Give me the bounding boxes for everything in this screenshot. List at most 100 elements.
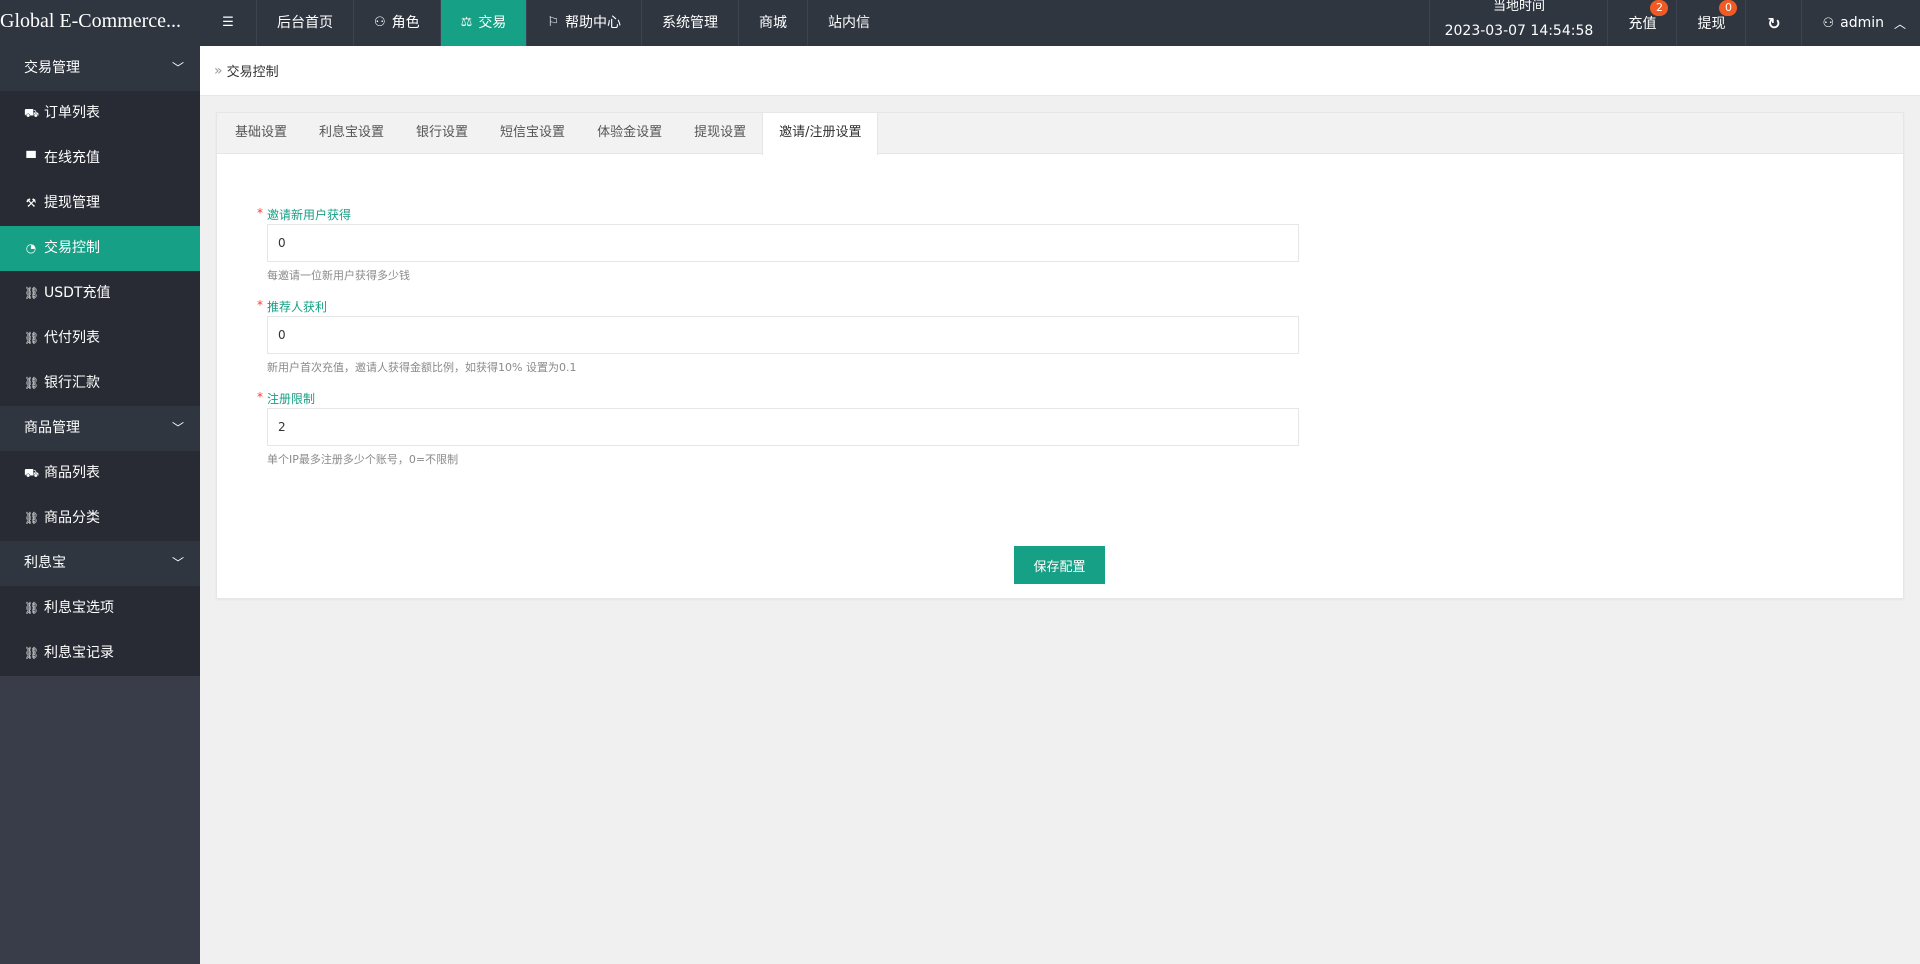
sidebar-item-label: 代付列表	[44, 330, 100, 346]
tab-interest[interactable]: 利息宝设置	[303, 113, 400, 154]
field-register-limit: * 注册限制 单个IP最多注册多少个账号，0=不限制	[257, 390, 1903, 468]
chevron-down-icon: ﹀	[171, 556, 184, 570]
sidebar-group-trade[interactable]: 交易管理 ﹀	[0, 46, 200, 91]
link-icon: ⛓	[24, 601, 40, 615]
user-menu[interactable]: ⚇ admin ︿	[1801, 0, 1920, 46]
sidebar-item-label: USDT充值	[44, 285, 111, 301]
top-nav: ☰ 后台首页 ⚇ 角色 ⚖ 交易 ⚐ 帮助中心 系统管理 商城 站内信	[200, 0, 890, 46]
recharge-label: 充值	[1628, 16, 1657, 32]
monitor-icon: ▀	[26, 151, 36, 165]
local-time: 当地时间 2023-03-07 14:54:58	[1429, 0, 1607, 46]
sidebar: 交易管理 ﹀ ⛟ 订单列表 ▀ 在线充值 ⚒ 提现管理 ◔ 交易控制 ⛓ USDT充值 ⛓…	[0, 46, 200, 964]
cart-icon: ⛟	[24, 106, 40, 120]
sidebar-item-label: 在线充值	[44, 150, 100, 166]
header-right: 当地时间 2023-03-07 14:54:58 充值 2 提现 0 ↻ ⚇ a…	[1429, 0, 1920, 46]
sidebar-item-product-category[interactable]: ⛓ 商品分类	[0, 496, 200, 541]
field-label: * 推荐人获利	[257, 298, 1903, 316]
scale-icon: ⚖	[460, 15, 473, 30]
nav-mall-label: 商城	[758, 15, 787, 31]
sidebar-item-bank-transfer[interactable]: ⛓ 银行汇款	[0, 361, 200, 406]
nav-system[interactable]: 系统管理	[640, 0, 738, 46]
nav-trade[interactable]: ⚖ 交易	[439, 0, 527, 46]
refresh-button[interactable]: ↻	[1745, 0, 1801, 46]
flag-icon: ⚐	[547, 15, 559, 30]
link-icon: ⛓	[24, 511, 40, 525]
sidebar-item-payout[interactable]: ⛓ 代付列表	[0, 316, 200, 361]
chevron-up-icon: ︿	[1893, 16, 1906, 31]
nav-mall[interactable]: 商城	[737, 0, 807, 46]
link-icon: ⛓	[24, 376, 40, 390]
user-icon: ⚇	[1822, 15, 1835, 31]
sidebar-item-trade-control[interactable]: ◔ 交易控制	[0, 226, 200, 271]
save-config-button[interactable]: 保存配置	[1014, 546, 1105, 584]
dashboard-icon: ◔	[25, 241, 37, 255]
field-label-text: 推荐人获利	[267, 300, 328, 314]
top-header: Global E-Commerce... ☰ 后台首页 ⚇ 角色 ⚖ 交易 ⚐ 帮助中…	[0, 0, 1920, 46]
register-limit-input[interactable]	[267, 408, 1299, 446]
tab-trial-fund[interactable]: 体验金设置	[581, 113, 678, 154]
invite-register-form: * 邀请新用户获得 每邀请一位新用户获得多少钱 * 推荐人获利 新用户首次充值，邀请…	[217, 154, 1903, 468]
field-hint: 单个IP最多注册多少个账号，0=不限制	[267, 453, 459, 466]
field-referrer-profit: * 推荐人获利 新用户首次充值，邀请人获得金额比例，如获得10% 设置为0.1	[257, 298, 1903, 376]
sidebar-item-interest-options[interactable]: ⛓ 利息宝选项	[0, 586, 200, 631]
nav-messages[interactable]: 站内信	[806, 0, 890, 46]
recharge-button[interactable]: 充值 2	[1607, 0, 1676, 46]
link-icon: ⛓	[24, 646, 40, 660]
shopping-cart-icon: ⛟	[24, 466, 40, 480]
nav-home-label: 后台首页	[277, 15, 333, 31]
sidebar-item-label: 利息宝选项	[44, 600, 114, 616]
tab-sms[interactable]: 短信宝设置	[484, 113, 581, 154]
breadcrumb-current: 交易控制	[226, 65, 279, 80]
tab-withdraw[interactable]: 提现设置	[678, 113, 762, 154]
tab-basic[interactable]: 基础设置	[219, 113, 303, 154]
chevron-down-icon: ﹀	[171, 61, 184, 75]
menu-toggle-button[interactable]: ☰	[200, 0, 256, 46]
nav-trade-label: 交易	[478, 15, 507, 31]
referrer-profit-input[interactable]	[267, 316, 1299, 354]
link-icon: ⛓	[24, 331, 40, 345]
field-label: * 邀请新用户获得	[257, 206, 1903, 224]
field-hint: 新用户首次充值，邀请人获得金额比例，如获得10% 设置为0.1	[267, 361, 577, 374]
required-mark: *	[257, 390, 263, 404]
invite-reward-input[interactable]	[267, 224, 1299, 262]
app-title: Global E-Commerce...	[0, 10, 182, 32]
sidebar-group-products[interactable]: 商品管理 ﹀	[0, 406, 200, 451]
recharge-badge: 2	[1650, 0, 1669, 16]
nav-role-label: 角色	[391, 15, 420, 31]
nav-role[interactable]: ⚇ 角色	[353, 0, 440, 46]
sidebar-item-label: 商品列表	[44, 465, 100, 481]
user-icon: ⚇	[374, 15, 386, 30]
nav-home[interactable]: 后台首页	[256, 0, 353, 46]
sidebar-item-product-list[interactable]: ⛟ 商品列表	[0, 451, 200, 496]
tab-invite-register[interactable]: 邀请/注册设置	[762, 113, 879, 155]
field-invite-reward: * 邀请新用户获得 每邀请一位新用户获得多少钱	[257, 206, 1903, 284]
withdraw-button[interactable]: 提现 0	[1676, 0, 1745, 46]
sidebar-group-label: 交易管理	[24, 60, 80, 76]
gavel-icon: ⚒	[25, 196, 37, 210]
withdraw-badge: 0	[1719, 0, 1738, 16]
field-hint: 每邀请一位新用户获得多少钱	[267, 269, 410, 282]
withdraw-label: 提现	[1697, 16, 1726, 32]
nav-help[interactable]: ⚐ 帮助中心	[526, 0, 641, 46]
nav-system-label: 系统管理	[661, 15, 718, 31]
refresh-icon: ↻	[1767, 13, 1781, 33]
sidebar-item-online-recharge[interactable]: ▀ 在线充值	[0, 136, 200, 181]
link-icon: ⛓	[24, 286, 40, 300]
sidebar-item-withdraw[interactable]: ⚒ 提现管理	[0, 181, 200, 226]
field-label: * 注册限制	[257, 390, 1903, 408]
sidebar-item-label: 订单列表	[44, 105, 100, 121]
local-time-value: 2023-03-07 14:54:58	[1444, 23, 1594, 39]
settings-panel: 基础设置 利息宝设置 银行设置 短信宝设置 体验金设置 提现设置 邀请/注册设置…	[216, 112, 1904, 599]
sidebar-item-label: 交易控制	[44, 240, 100, 256]
sidebar-item-orders[interactable]: ⛟ 订单列表	[0, 91, 200, 136]
sidebar-item-label: 利息宝记录	[44, 645, 114, 661]
sidebar-group-interest[interactable]: 利息宝 ﹀	[0, 541, 200, 586]
sidebar-item-label: 银行汇款	[44, 375, 100, 391]
tab-bank[interactable]: 银行设置	[400, 113, 484, 154]
sidebar-item-interest-records[interactable]: ⛓ 利息宝记录	[0, 631, 200, 676]
nav-messages-label: 站内信	[827, 15, 870, 31]
sidebar-item-usdt[interactable]: ⛓ USDT充值	[0, 271, 200, 316]
menu-toggle-icon: ☰	[222, 15, 234, 30]
chevron-down-icon: ﹀	[171, 421, 184, 435]
required-mark: *	[257, 298, 263, 312]
